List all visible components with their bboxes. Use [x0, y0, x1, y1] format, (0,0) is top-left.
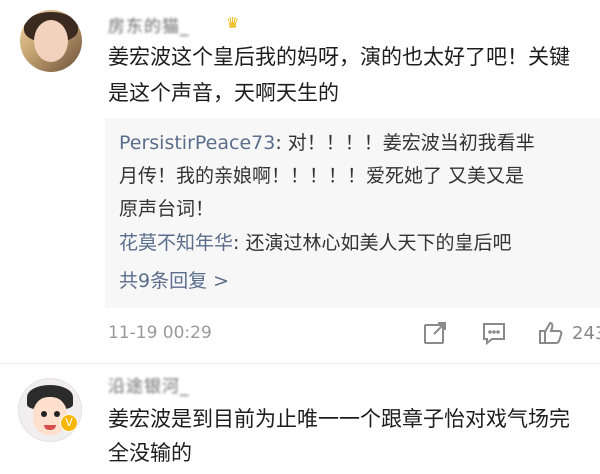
- crown-icon: ♛: [226, 14, 240, 32]
- username[interactable]: 房东的猫_: [108, 12, 190, 37]
- reply-separator: :: [233, 232, 246, 254]
- reply-1-line2: 月传！我的亲娘啊！！！！！爱死她了 又美又是: [119, 165, 525, 187]
- avatar[interactable]: [18, 378, 82, 442]
- comment-text-line: 是这个声音，天啊天生的: [108, 81, 339, 105]
- reply-separator: :: [275, 132, 288, 154]
- reply-1: PersistirPeace73: 对！！！！姜宏波当初我看芈: [119, 128, 589, 159]
- comment-text-line: 姜宏波这个皇后我的妈呀，演的也太好了吧！关键: [108, 45, 570, 69]
- avatar-eye: [54, 411, 60, 417]
- thumb-up-icon[interactable]: [538, 320, 568, 350]
- vip-badge-icon: V: [60, 414, 78, 432]
- comment-icon[interactable]: [481, 320, 511, 350]
- avatar[interactable]: [20, 10, 82, 72]
- reply-text: 对！！！！姜宏波当初我看芈: [287, 132, 535, 154]
- reply-2: 花莫不知年华: 还演过林心如美人天下的皇后吧: [119, 228, 589, 259]
- comment-meta-row: 11-19 00:29 243: [0, 320, 600, 350]
- reply-1-line3: 原声台词！: [119, 198, 215, 220]
- timestamp: 11-19 00:29: [108, 323, 212, 343]
- reply-text: 还演过林心如美人天下的皇后吧: [245, 232, 512, 254]
- like-count: 243: [572, 323, 600, 344]
- avatar-face: [34, 20, 68, 62]
- comment-text-line: 姜宏波是到目前为止唯一一个跟章子怡对戏气场完: [108, 407, 570, 431]
- comment-text-line: 全没输的: [108, 441, 192, 465]
- more-replies-link[interactable]: 共9条回复 >: [119, 266, 229, 293]
- reply-username[interactable]: 花莫不知年华: [119, 232, 233, 254]
- replies-box[interactable]: PersistirPeace73: 对！！！！姜宏波当初我看芈 月传！我的亲娘啊…: [105, 118, 600, 308]
- reply-username[interactable]: PersistirPeace73: [119, 132, 275, 154]
- username[interactable]: 沿途银河_: [108, 372, 190, 397]
- avatar-eye: [41, 411, 47, 417]
- share-icon[interactable]: [422, 320, 452, 350]
- comment-1: 房东的猫_ ♛ 姜宏波这个皇后我的妈呀，演的也太好了吧！关键 是这个声音，天啊天…: [0, 0, 600, 363]
